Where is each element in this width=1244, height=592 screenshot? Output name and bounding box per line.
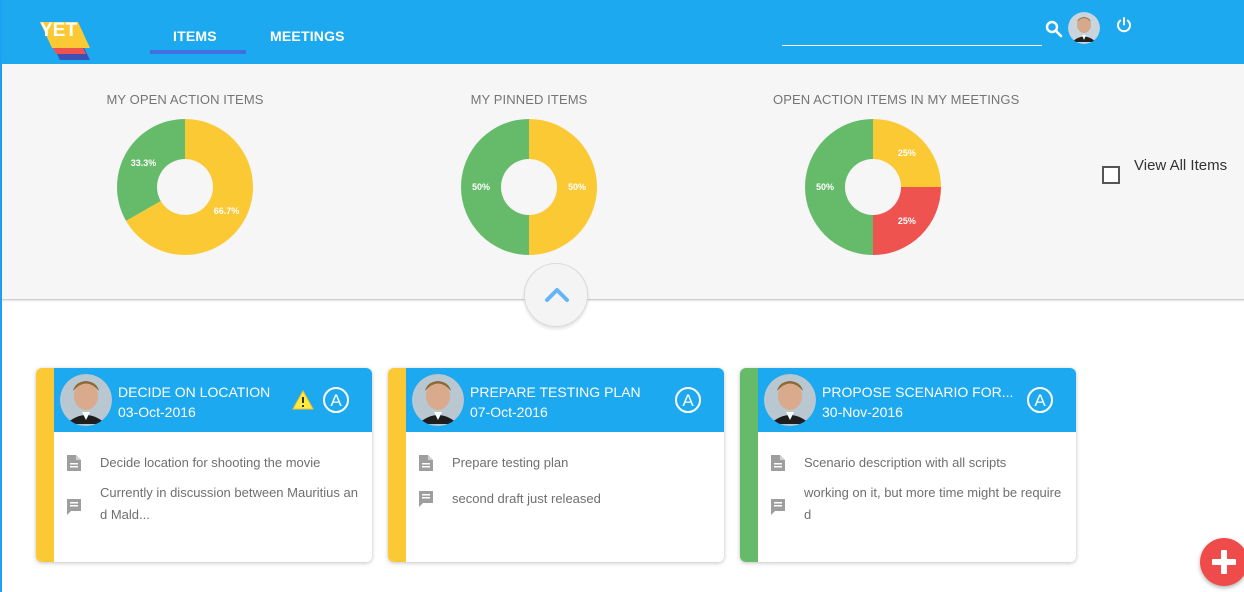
owner-avatar <box>60 374 112 426</box>
chart-open-items-in-my-meetings[interactable]: OPEN ACTION ITEMS IN MY MEETINGS 25% 25% 5… <box>773 92 1020 257</box>
comment-icon <box>771 499 785 515</box>
card-due-date: 03-Oct-2016 <box>118 404 196 420</box>
status-stripe <box>388 368 406 562</box>
status-stripe <box>36 368 54 562</box>
document-icon <box>67 455 81 471</box>
view-all-checkbox[interactable] <box>1102 166 1120 184</box>
yet-logo[interactable]: YET <box>38 16 98 60</box>
card-description: Scenario description with all scripts <box>804 455 1007 470</box>
card-due-date: 07-Oct-2016 <box>470 404 548 420</box>
top-app-bar: YET ITEMS MEETINGS <box>2 0 1244 64</box>
comment-icon <box>67 499 81 515</box>
comment-icon <box>419 491 433 507</box>
donut-chart[interactable]: 66.7% 33.3% <box>115 117 255 257</box>
action-item-card[interactable]: PROPOSE SCENARIO FOR... 30-Nov-2016 A Sc… <box>740 368 1076 562</box>
chart-my-pinned-items[interactable]: MY PINNED ITEMS 50% 50% <box>429 92 629 257</box>
warning-icon <box>292 390 314 410</box>
card-comment: working on it, but more time might be re… <box>804 485 1062 522</box>
card-title: PREPARE TESTING PLAN <box>470 384 641 400</box>
owner-avatar <box>412 374 464 426</box>
donut-slice[interactable] <box>117 119 185 221</box>
card-comment: Currently in discussion between Mauritiu… <box>100 485 358 522</box>
chevron-up-icon <box>545 288 569 302</box>
chart-title: MY PINNED ITEMS <box>470 92 588 107</box>
slice-label: 50% <box>816 182 834 192</box>
card-header: PROPOSE SCENARIO FOR... 30-Nov-2016 A <box>758 368 1076 432</box>
assign-badge-icon[interactable]: A <box>674 386 702 414</box>
summary-panel: MY OPEN ACTION ITEMS 66.7% 33.3% MY PINNE… <box>2 64 1244 300</box>
slice-label: 50% <box>472 182 490 192</box>
slice-label: 25% <box>898 216 916 226</box>
card-description: Decide location for shooting the movie <box>100 455 321 470</box>
chart-title: MY OPEN ACTION ITEMS <box>106 92 264 107</box>
assign-badge-icon[interactable]: A <box>322 386 350 414</box>
plus-icon <box>1212 550 1236 574</box>
slice-label: 66.7% <box>214 206 240 216</box>
owner-avatar <box>764 374 816 426</box>
assign-badge-icon[interactable]: A <box>1026 386 1054 414</box>
action-item-card[interactable]: PREPARE TESTING PLAN 07-Oct-2016 A Prepa… <box>388 368 724 562</box>
chart-title: OPEN ACTION ITEMS IN MY MEETINGS <box>773 92 1020 107</box>
assign-badge-text: A <box>682 391 694 410</box>
assign-badge-text: A <box>1034 391 1046 410</box>
user-avatar[interactable] <box>1068 12 1100 44</box>
power-icon[interactable] <box>1115 16 1133 34</box>
donut-slice[interactable] <box>529 119 597 255</box>
card-title: PROPOSE SCENARIO FOR... <box>822 384 1014 400</box>
action-item-card[interactable]: DECIDE ON LOCATION 03-Oct-2016 A Decide … <box>36 368 372 562</box>
donut-chart[interactable]: 50% 50% <box>459 117 599 257</box>
tab-items[interactable]: ITEMS <box>173 28 217 44</box>
logo-text: YET <box>40 20 77 41</box>
document-icon <box>771 455 785 471</box>
status-stripe <box>740 368 758 562</box>
document-icon <box>419 455 433 471</box>
card-header: DECIDE ON LOCATION 03-Oct-2016 A <box>54 368 372 432</box>
card-due-date: 30-Nov-2016 <box>822 404 903 420</box>
slice-label: 50% <box>568 182 586 192</box>
active-tab-indicator <box>150 50 246 54</box>
card-header: PREPARE TESTING PLAN 07-Oct-2016 A <box>406 368 724 432</box>
card-description: Prepare testing plan <box>452 455 569 470</box>
search-input[interactable] <box>782 24 1042 46</box>
collapse-panel-button[interactable] <box>524 263 588 327</box>
slice-label: 25% <box>898 148 916 158</box>
chart-my-open-action-items[interactable]: MY OPEN ACTION ITEMS 66.7% 33.3% <box>85 92 285 257</box>
view-all-label: View All Items <box>1134 157 1228 174</box>
assign-badge-text: A <box>330 391 342 410</box>
add-item-button[interactable] <box>1200 538 1244 586</box>
donut-chart[interactable]: 25% 25% 50% <box>803 117 943 257</box>
card-comment: second draft just released <box>452 491 601 506</box>
tab-meetings[interactable]: MEETINGS <box>270 28 345 44</box>
search-icon[interactable] <box>1045 20 1063 38</box>
card-title: DECIDE ON LOCATION <box>118 384 271 400</box>
slice-label: 33.3% <box>131 158 157 168</box>
